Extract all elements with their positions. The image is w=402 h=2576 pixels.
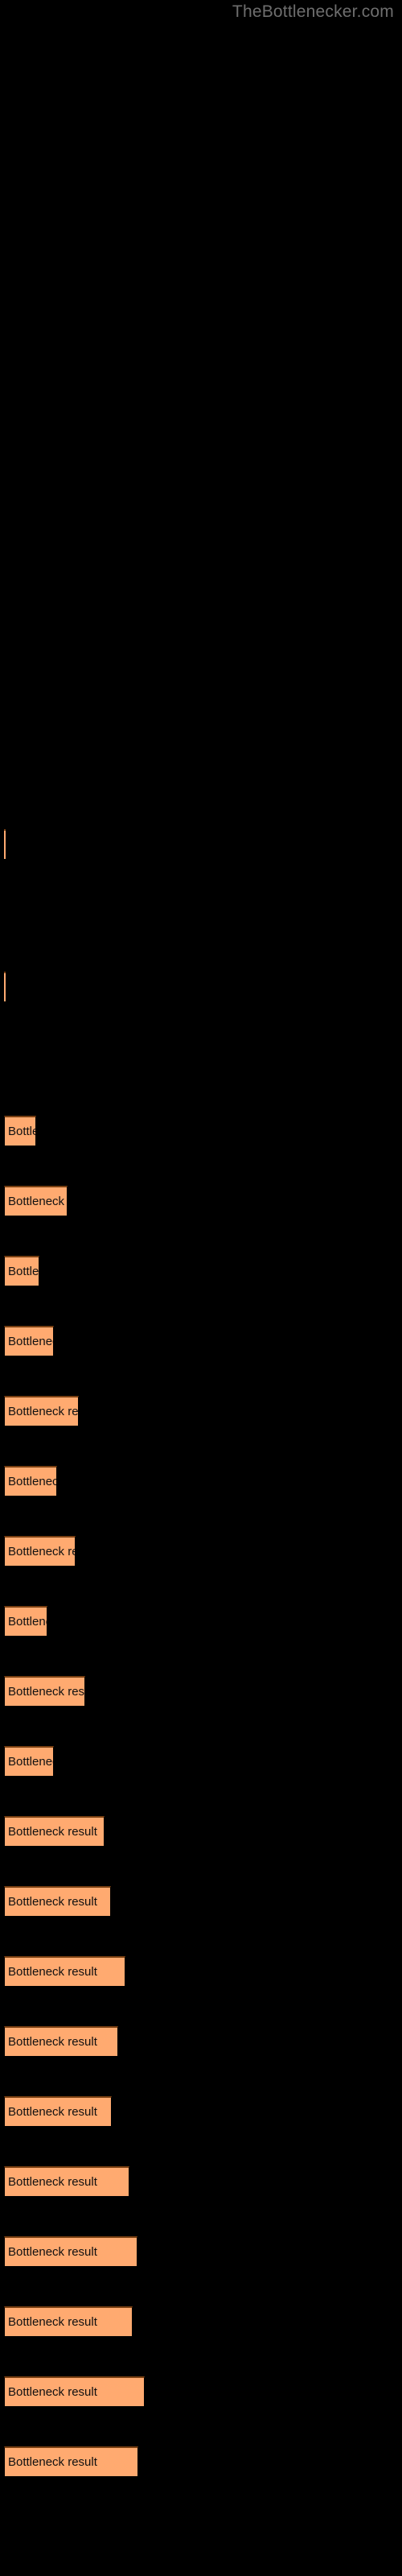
chart-bar[interactable]: Bottleneck result (4, 1326, 54, 1356)
chart-bar[interactable]: Bottleneck result (4, 1886, 111, 1917)
chart-bar-label: Bottleneck result (8, 1895, 97, 1909)
chart-bar[interactable] (4, 829, 6, 860)
bar-row: Bottleneck result (0, 1886, 402, 1922)
chart-bar-label: Bottleneck result (8, 2175, 97, 2189)
chart-bar-label: Bottleneck result (8, 2105, 97, 2119)
chart-bar-label: Bottleneck result (8, 1755, 53, 1769)
chart-root: TheBottlenecker.com Bottleneck resultBot… (0, 0, 402, 2576)
bar-row: Bottleneck result (0, 1466, 402, 1501)
bar-chart-plot-area: Bottleneck result Bottleneck result Bottle… (0, 0, 402, 2576)
bar-row: Bottleneck result (0, 1676, 402, 1711)
chart-bar[interactable]: Bottleneck result (4, 1186, 68, 1216)
bar-row: Bottleneck result (0, 1956, 402, 1992)
chart-bar-label: Bottleneck result (8, 2315, 97, 2329)
chart-bar[interactable]: Bottleneck result (4, 1396, 79, 1426)
bar-row: Bottleneck result (0, 1256, 402, 1291)
chart-bar-label: Bottleneck result (8, 2455, 97, 2469)
chart-bar-label: Bottleneck result (8, 1125, 35, 1138)
chart-bar-label: Bottleneck result (8, 1335, 53, 1348)
bar-row: Bottleneck result (0, 2306, 402, 2342)
bar-row: Bottleneck result (0, 1396, 402, 1431)
chart-bar[interactable]: Bottleneck result (4, 2376, 145, 2407)
bar-row: Bottleneck result (0, 1116, 402, 1151)
chart-bar[interactable]: Bottleneck result (4, 2166, 129, 2197)
chart-bar[interactable]: Bottleneck result (4, 1606, 47, 1637)
bar-row: Bottleneck result (0, 2096, 402, 2132)
chart-bar-label: Bottleneck result (8, 1685, 85, 1699)
chart-bar[interactable]: Bottleneck result (4, 1816, 105, 1847)
bar-row (0, 972, 402, 1007)
chart-bar[interactable] (4, 972, 6, 1002)
bar-row: Bottleneck result (0, 2026, 402, 2062)
bar-row: Bottleneck result (0, 1186, 402, 1221)
chart-bar[interactable]: Bottleneck result (4, 1746, 54, 1777)
bar-row: Bottleneck result (0, 2376, 402, 2412)
chart-bar-label: Bottleneck result (8, 1475, 56, 1488)
chart-bar[interactable]: Bottleneck result (4, 2306, 133, 2337)
bar-row: Bottleneck result (0, 1816, 402, 1852)
bar-row: Bottleneck result (0, 1536, 402, 1571)
chart-bar[interactable]: Bottleneck result (4, 1116, 36, 1146)
chart-bar-label: Bottleneck result (8, 2245, 97, 2259)
chart-bar[interactable]: Bottleneck result (4, 1256, 39, 1286)
chart-bar-label: Bottleneck result (8, 1195, 67, 1208)
chart-bar[interactable]: Bottleneck result (4, 1676, 85, 1707)
chart-bar[interactable]: Bottleneck result (4, 2236, 137, 2267)
chart-bar[interactable]: Bottleneck result (4, 2026, 118, 2057)
chart-bar[interactable]: Bottleneck result (4, 1466, 57, 1496)
chart-bar-label: Bottleneck result (8, 1965, 97, 1979)
bar-row: Bottleneck result (0, 2236, 402, 2272)
bar-row: Bottleneck result (0, 2166, 402, 2202)
chart-bar-label: Bottleneck result (8, 1265, 39, 1278)
chart-bar-label: Bottleneck result (8, 2385, 97, 2399)
chart-bar[interactable]: Bottleneck result (4, 1956, 125, 1987)
chart-bar-label: Bottleneck result (8, 1405, 79, 1418)
chart-bar-label: Bottleneck result (8, 1615, 47, 1629)
chart-bar[interactable]: Bottleneck result (4, 2446, 138, 2477)
chart-bar-label: Bottleneck result (8, 1825, 97, 1839)
bar-row: Bottleneck result (0, 1606, 402, 1641)
bar-row: Bottleneck result (0, 1326, 402, 1361)
chart-bar-label: Bottleneck result (8, 1545, 75, 1558)
bar-row (0, 829, 402, 865)
chart-bar-label: Bottleneck result (8, 2035, 97, 2049)
bar-row: Bottleneck result (0, 1746, 402, 1781)
chart-bar[interactable]: Bottleneck result (4, 1536, 76, 1567)
chart-bar[interactable]: Bottleneck result (4, 2096, 112, 2127)
bar-row: Bottleneck result (0, 2446, 402, 2482)
